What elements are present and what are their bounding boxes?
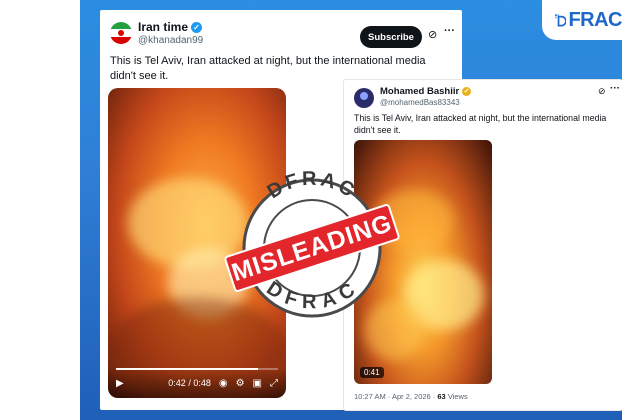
tweet-meta: 10:27 AM · Apr 2, 2026 · 63 Views [354, 392, 468, 401]
author-name-text: Iran time [138, 20, 189, 34]
video-controls: ▶ 0:42 / 0:48 ◉ ⚙ ▣ ⤢ [108, 368, 286, 398]
verified-badge-icon: ✓ [462, 86, 472, 96]
video-time: 0:42 / 0:48 [168, 378, 211, 388]
tweet-author-name[interactable]: Iran time ✓ [138, 20, 203, 34]
settings-icon[interactable]: ⚙ [236, 378, 245, 389]
subscribe-button[interactable]: Subscribe [360, 26, 422, 48]
misleading-stamp: DFRAC DFRAC MISLEADING [224, 168, 400, 318]
iran-flag-avatar[interactable] [110, 22, 132, 44]
views-count: 63 [437, 392, 446, 401]
tweet2-text: This is Tel Aviv, Iran attacked at night… [354, 113, 607, 135]
tweet2-author-handle[interactable]: @mohamedBas83343 [380, 98, 460, 107]
dfrac-logo-mark-icon [555, 14, 567, 27]
author-avatar[interactable] [354, 88, 374, 108]
grok-icon[interactable]: ⊘ [428, 28, 437, 41]
dfrac-logo-text: FRAC [568, 8, 622, 31]
tweet2-author-name[interactable]: Mohamed Bashiir ✓ [380, 86, 472, 97]
more-options-icon[interactable]: ··· [610, 83, 620, 94]
video-duration-badge: 0:41 [360, 367, 384, 378]
play-icon[interactable]: ▶ [116, 378, 124, 389]
author-name-text: Mohamed Bashiir [380, 86, 460, 97]
grok-icon[interactable]: ⊘ [598, 86, 606, 97]
verified-badge-icon: ✓ [191, 22, 203, 34]
picture-in-picture-icon[interactable]: ▣ [253, 378, 262, 389]
dfrac-logo: FRAC [542, 0, 622, 40]
fullscreen-icon[interactable]: ⤢ [270, 378, 278, 389]
tweet-author-handle[interactable]: @khanadan99 [138, 35, 203, 46]
views-label: Views [445, 392, 468, 401]
volume-icon[interactable]: ◉ [219, 378, 228, 389]
left-margin [0, 0, 80, 420]
tweet-timestamp[interactable]: 10:27 AM · Apr 2, 2026 · [354, 392, 437, 401]
more-options-icon[interactable]: ··· [444, 25, 455, 37]
